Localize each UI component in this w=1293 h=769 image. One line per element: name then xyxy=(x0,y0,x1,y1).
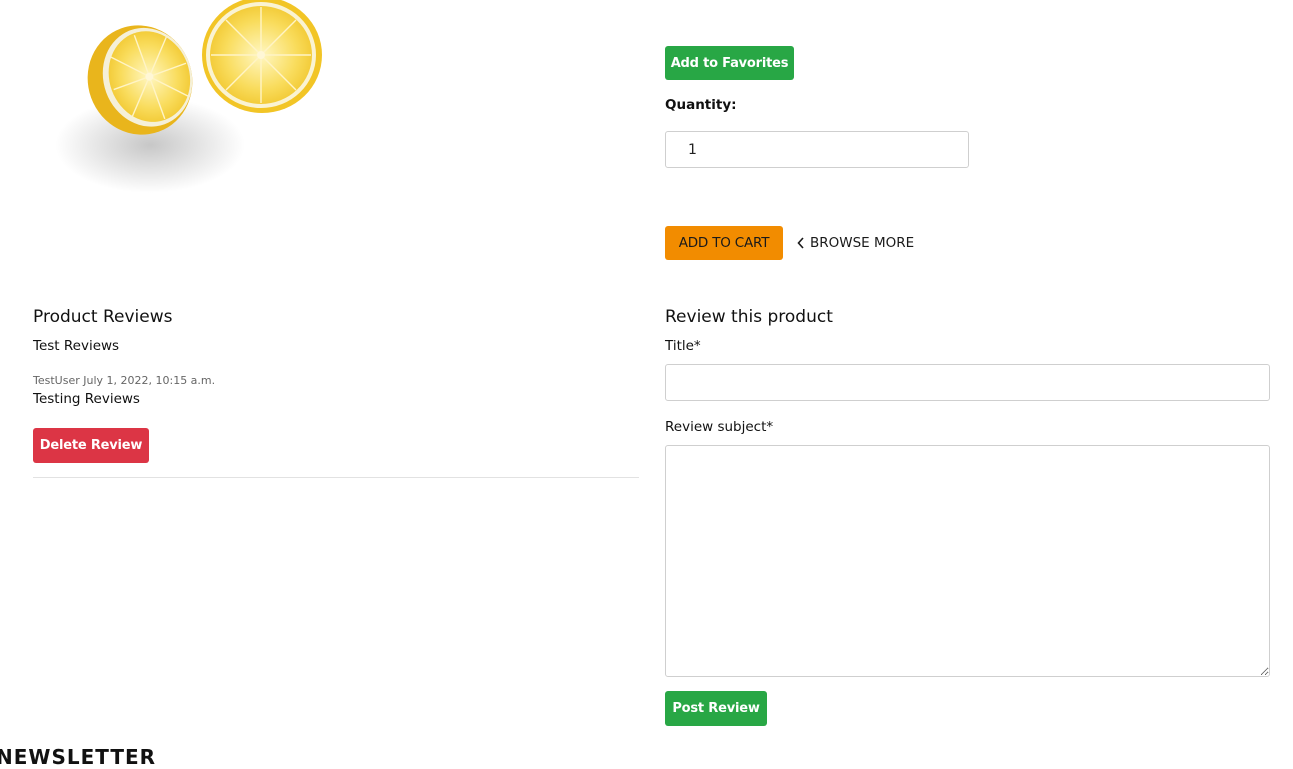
newsletter-heading: NEWSLETTER xyxy=(0,745,157,769)
review-divider xyxy=(33,477,639,478)
review-form-heading: Review this product xyxy=(665,307,833,327)
add-to-favorites-button[interactable]: Add to Favorites xyxy=(665,46,794,80)
quantity-label: Quantity: xyxy=(665,97,737,113)
title-field-label: Title* xyxy=(665,338,701,354)
review-title-input[interactable] xyxy=(665,364,1270,401)
product-reviews-heading: Product Reviews xyxy=(33,307,173,327)
quantity-input[interactable] xyxy=(665,131,969,168)
reviews-section-title: Test Reviews xyxy=(33,338,120,354)
review-subject-textarea[interactable] xyxy=(665,445,1270,677)
review-item: TestUser July 1, 2022, 10:15 a.m. Testin… xyxy=(33,374,639,407)
browse-more-label: BROWSE MORE xyxy=(810,235,915,251)
delete-review-button[interactable]: Delete Review xyxy=(33,428,149,463)
review-meta: TestUser July 1, 2022, 10:15 a.m. xyxy=(33,374,216,387)
lemon-halves-image xyxy=(55,0,322,193)
browse-more-link[interactable]: BROWSE MORE xyxy=(797,235,914,251)
chevron-left-icon xyxy=(797,237,804,249)
post-review-button[interactable]: Post Review xyxy=(665,691,767,726)
review-subject-label: Review subject* xyxy=(665,419,774,435)
review-text: Testing Reviews xyxy=(33,391,140,407)
add-to-cart-button[interactable]: ADD TO CART xyxy=(665,226,783,260)
